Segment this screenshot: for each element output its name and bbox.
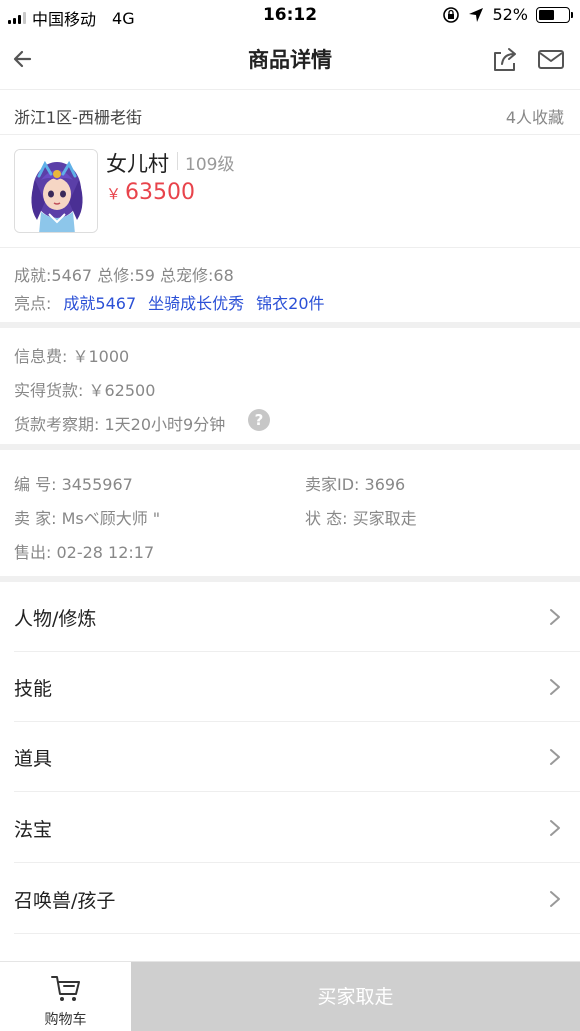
menu-item-pets[interactable]: 召唤兽/孩子 xyxy=(0,864,580,934)
received-amount: 实得货款: ￥62500 xyxy=(14,381,156,400)
share-icon[interactable] xyxy=(490,44,520,74)
highlights-label: 亮点: xyxy=(14,294,52,313)
location-icon xyxy=(469,7,484,22)
chevron-right-icon xyxy=(550,749,560,765)
character-portrait-image xyxy=(15,150,97,232)
help-icon[interactable]: ? xyxy=(248,409,270,431)
buyer-took-button[interactable]: 买家取走 xyxy=(131,962,580,1031)
cart-label: 购物车 xyxy=(44,1012,87,1028)
battery-icon xyxy=(536,6,573,23)
menu-item-label: 法宝 xyxy=(14,819,53,841)
menu-item-character[interactable]: 人物/修炼 xyxy=(0,582,580,652)
name-divider xyxy=(177,152,178,170)
seller-name: 卖 家: Msベ顾大师 " xyxy=(14,509,161,528)
bottom-bar: 购物车 买家取走 xyxy=(0,961,580,1031)
price: ￥ 63500 xyxy=(106,180,195,205)
battery-percent: 52% xyxy=(492,5,528,24)
nav-bar: 商品详情 xyxy=(0,30,580,90)
menu-item-skills[interactable]: 技能 xyxy=(0,652,580,722)
server-row: 浙江1区-西栅老街 4人收藏 xyxy=(0,91,580,135)
character-level: 109级 xyxy=(185,155,235,175)
highlight-tag[interactable]: 坐骑成长优秀 xyxy=(148,290,244,314)
highlights-row: 亮点: 成就5467 坐骑成长优秀 锦衣20件 xyxy=(14,290,325,314)
status-bar: 中国移动 4G 16:12 52% xyxy=(0,0,580,30)
server-name: 浙江1区-西栅老街 xyxy=(14,108,142,127)
order-info: 编 号: 3455967 卖家ID: 3696 卖 家: Msベ顾大师 " 状 … xyxy=(0,450,580,576)
highlight-tag[interactable]: 成就5467 xyxy=(63,290,136,314)
menu-item-label: 技能 xyxy=(14,678,53,700)
stats-section: 成就:5467 总修:59 总宠修:68 亮点: 成就5467 坐骑成长优秀 锦… xyxy=(0,252,580,322)
menu-item-label: 人物/修炼 xyxy=(14,608,97,630)
seller-id: 卖家ID: 3696 xyxy=(305,475,406,494)
price-value: 63500 xyxy=(125,180,196,205)
chevron-right-icon xyxy=(550,679,560,695)
rotation-lock-icon xyxy=(443,6,460,23)
chevron-right-icon xyxy=(550,820,560,836)
chevron-right-icon xyxy=(550,609,560,625)
order-number: 编 号: 3455967 xyxy=(14,475,133,494)
menu-item-label: 召唤兽/孩子 xyxy=(14,890,116,912)
highlight-tag[interactable]: 锦衣20件 xyxy=(256,290,324,314)
chevron-right-icon xyxy=(550,891,560,907)
character-card: 女儿村 109级 ￥ 63500 xyxy=(0,136,580,248)
menu-item-treasures[interactable]: 法宝 xyxy=(0,793,580,863)
info-fee: 信息费: ￥1000 xyxy=(14,347,130,366)
character-avatar[interactable] xyxy=(14,149,98,233)
fees-section: 信息费: ￥1000 实得货款: ￥62500 货款考察期: 1天20小时9分钟 xyxy=(0,328,580,444)
shopping-cart-icon xyxy=(51,976,80,1001)
currency-symbol: ￥ xyxy=(106,185,122,203)
cart-button[interactable]: 购物车 xyxy=(0,962,131,1031)
stats-summary: 成就:5467 总修:59 总宠修:68 xyxy=(14,266,234,285)
review-period: 货款考察期: 1天20小时9分钟 xyxy=(14,415,226,434)
sold-time: 售出: 02-28 12:17 xyxy=(14,543,155,562)
menu-item-items[interactable]: 道具 xyxy=(0,722,580,792)
order-status: 状 态: 买家取走 xyxy=(305,509,417,528)
favorites-count[interactable]: 4人收藏 xyxy=(506,104,564,128)
character-school: 女儿村 xyxy=(106,152,169,176)
mail-icon[interactable] xyxy=(536,44,566,74)
menu-item-label: 道具 xyxy=(14,748,53,770)
